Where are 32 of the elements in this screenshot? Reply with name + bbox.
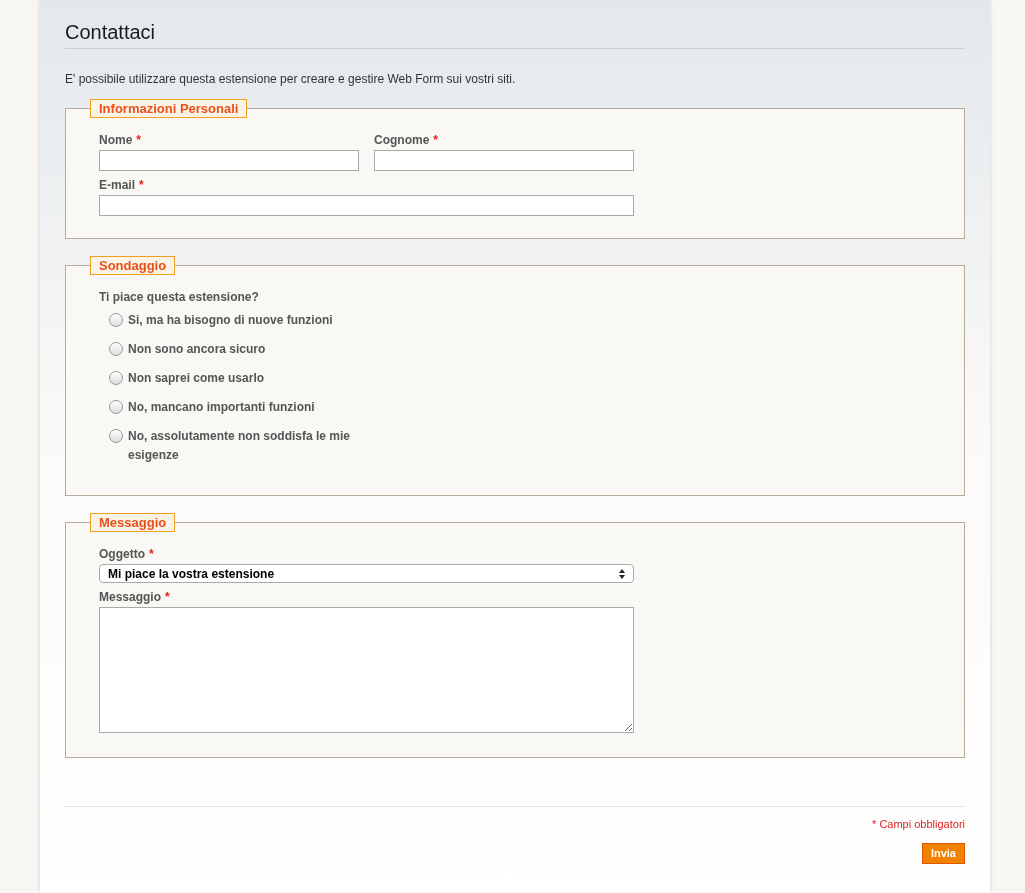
field-label: Nome xyxy=(99,132,133,148)
field-label: Messaggio xyxy=(99,589,161,605)
radio-button[interactable] xyxy=(109,400,123,414)
field-label: E-mail xyxy=(99,177,135,193)
text-field[interactable] xyxy=(99,195,634,216)
required-asterisk: * xyxy=(139,177,144,193)
radio-label: No, assolutamente non soddisfa le mie esigenze xyxy=(128,428,352,464)
radio-button[interactable] xyxy=(109,429,123,443)
radio-label: No, mancano importanti funzioni xyxy=(128,399,315,416)
radio-label: Non saprei come usarlo xyxy=(128,370,265,387)
intro-text: E' possibile utilizzare questa estensione per creare e gestire Web Form sui vostri siti. xyxy=(65,71,517,87)
radio-button[interactable] xyxy=(109,313,123,327)
up-down-caret-icon xyxy=(619,568,625,579)
field-label: Oggetto xyxy=(99,546,145,562)
section-legend: Sondaggio xyxy=(90,256,176,275)
required-asterisk: * xyxy=(165,589,170,605)
survey-question: Ti piace questa estensione? xyxy=(99,289,260,305)
radio-button[interactable] xyxy=(109,342,123,356)
page-title: Contattaci xyxy=(65,20,965,49)
radio-label: Non sono ancora sicuro xyxy=(128,341,266,358)
radio-label: Si, ma ha bisogno di nuove funzioni xyxy=(128,312,333,329)
radio-button[interactable] xyxy=(109,371,123,385)
section-legend: Messaggio xyxy=(90,513,176,532)
text-field[interactable] xyxy=(99,150,359,171)
subject-dropdown[interactable]: Mi piace la vostra estensione xyxy=(99,564,634,583)
text-field[interactable] xyxy=(374,150,634,171)
required-asterisk: * xyxy=(136,132,141,148)
required-fields-note: * Campi obbligatori xyxy=(872,817,965,832)
field-label: Cognome xyxy=(374,132,430,148)
section-legend: Informazioni Personali xyxy=(90,99,248,118)
required-asterisk: * xyxy=(433,132,438,148)
required-asterisk: * xyxy=(149,546,154,562)
